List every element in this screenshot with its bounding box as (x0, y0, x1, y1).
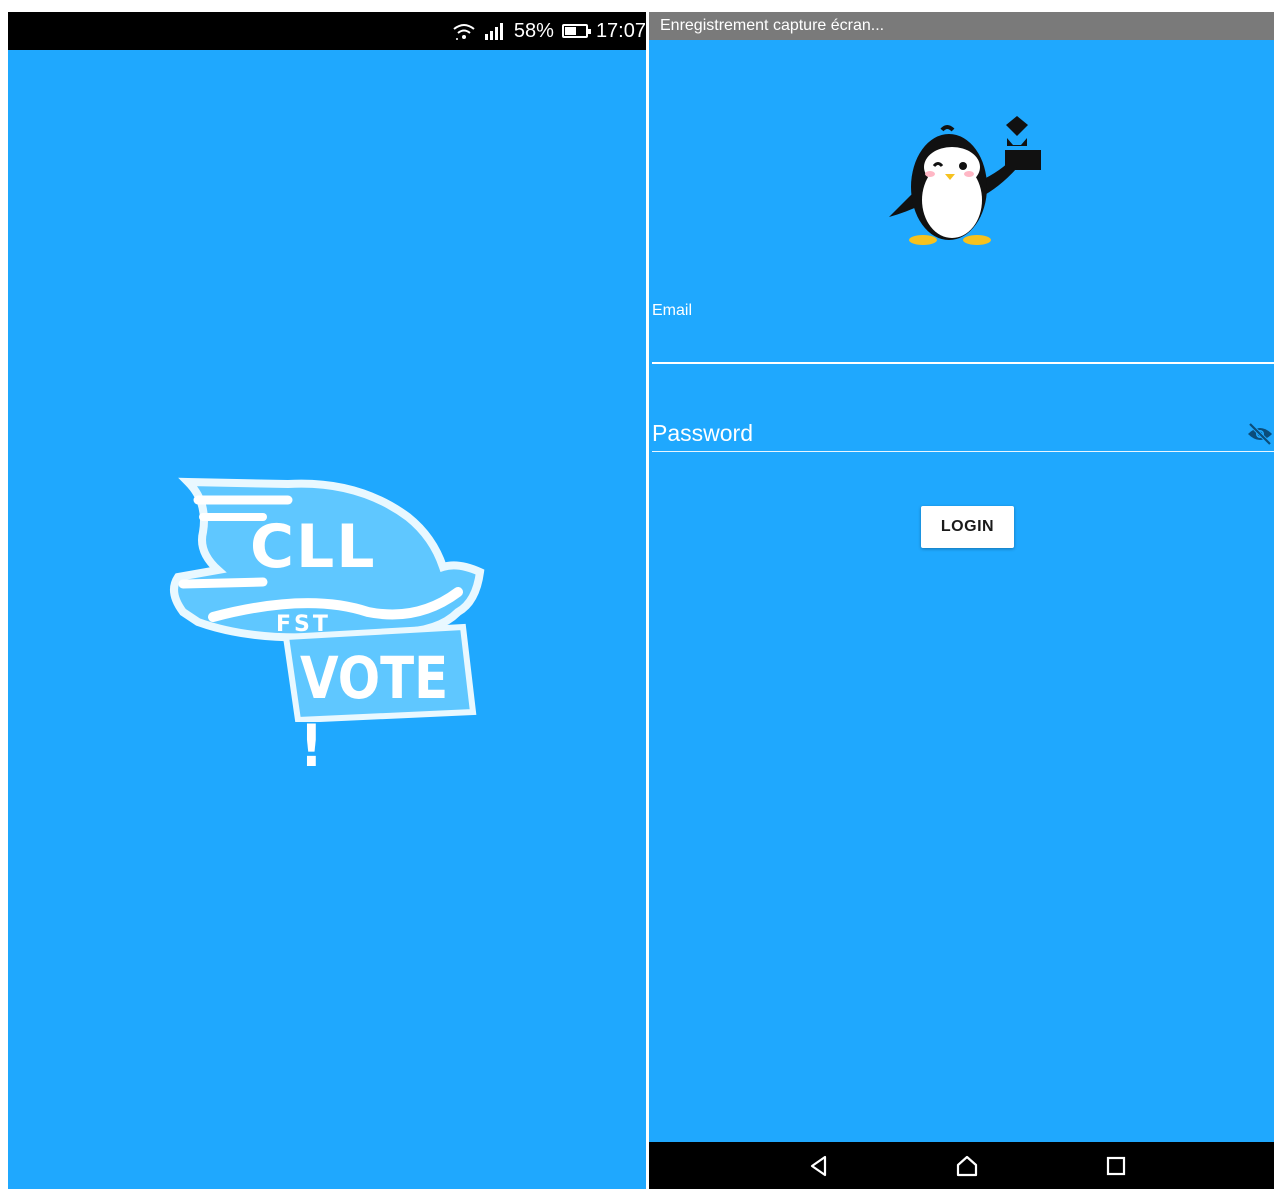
login-screen: Enregistrement capture écran... Email Pa… (649, 12, 1274, 1189)
app-logo: CLL FST VOTE ! (158, 462, 498, 780)
home-icon[interactable] (955, 1154, 979, 1178)
eye-off-icon[interactable] (1246, 422, 1274, 446)
battery-percent: 58% (513, 19, 554, 42)
email-input[interactable] (652, 330, 1274, 360)
status-bar: 58% 17:07 (8, 12, 646, 50)
battery-icon (561, 24, 591, 38)
recording-notification: Enregistrement capture écran... (649, 12, 1274, 40)
email-label: Email (652, 302, 693, 319)
penguin-ballot-icon (887, 112, 1047, 247)
login-button[interactable]: LOGIN (921, 506, 1014, 548)
recording-notification-text: Enregistrement capture écran... (660, 17, 885, 34)
signal-icon (484, 22, 506, 40)
password-input[interactable]: Password (652, 420, 753, 447)
wifi-icon (452, 21, 476, 41)
back-icon[interactable] (807, 1154, 831, 1178)
navigation-bar (649, 1142, 1274, 1189)
password-field[interactable]: Password (652, 418, 1274, 454)
password-underline (652, 451, 1274, 452)
email-underline (652, 362, 1274, 364)
clock: 17:07 (595, 19, 646, 42)
splash-screen: 58% 17:07 CLL FST VOTE ! (8, 12, 646, 1189)
email-field[interactable]: Email (652, 302, 1274, 374)
recents-icon[interactable] (1104, 1154, 1128, 1178)
